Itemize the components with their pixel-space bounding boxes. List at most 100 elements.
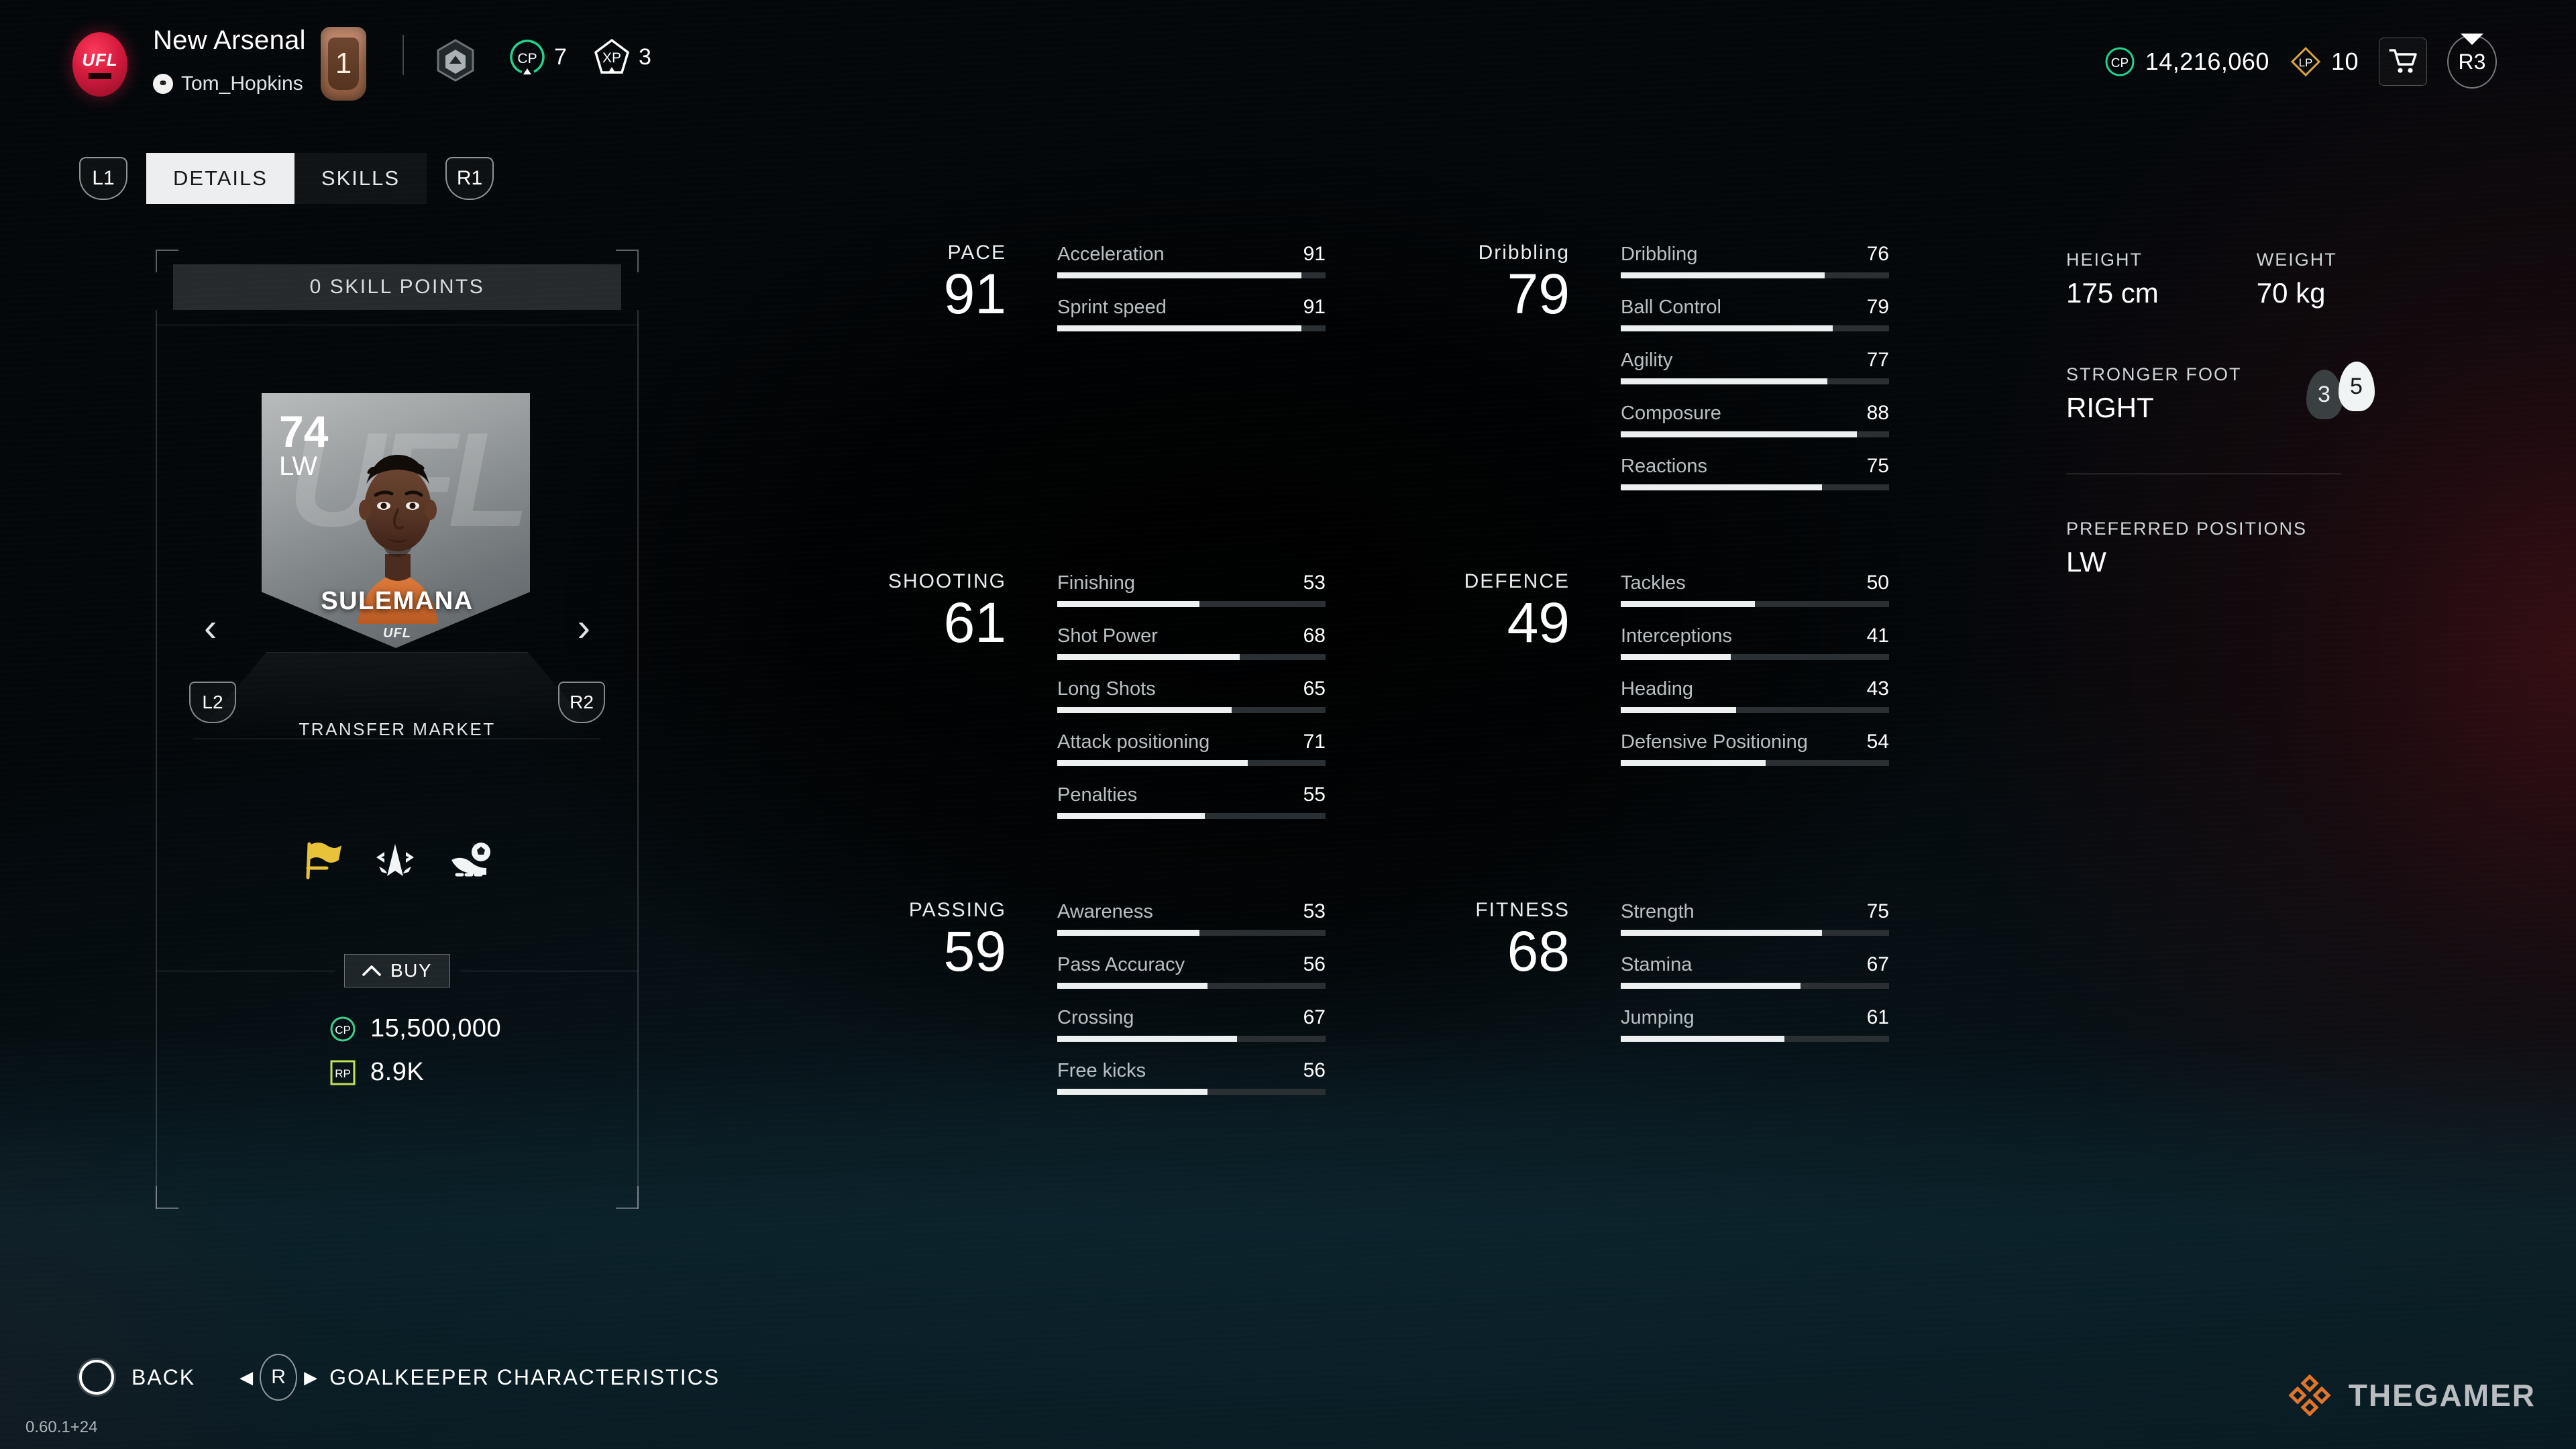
stat-row-value: 77 [1866,349,1889,371]
wallet-lp: LP 10 [2290,46,2359,78]
stat-rows: Finishing 53 Shot Power 68 Long Shots 65 Attac… [1057,572,1326,837]
tab-skills[interactable]: SKILLS [294,153,427,204]
stat-row-bar [1057,930,1326,936]
xp-chip-value: 3 [639,44,651,70]
stat-row: Defensive Positioning 54 [1621,731,1889,766]
stat-row-bar [1621,484,1889,490]
rp-token-icon: RP [330,1060,356,1085]
stat-row: Free kicks 56 [1057,1059,1326,1095]
stat-rows: Acceleration 91 Sprint speed 91 [1057,243,1326,349]
header-divider [402,35,404,75]
stat-row-label: Sprint speed [1057,297,1167,318]
stat-group-name: DEFENCE [1464,570,1570,592]
bottom-action-bar: BACK ◀ R ▶ GOALKEEPER CHARACTERISTICS [79,1354,720,1401]
stat-row-label: Heading [1621,678,1694,700]
stat-row: Agility 77 [1621,349,1889,384]
cp-coin-icon: CP [2105,47,2135,76]
stat-row-label: Dribbling [1621,244,1698,265]
stat-row-value: 88 [1866,402,1889,424]
stat-row-bar [1057,601,1326,607]
stat-row: Long Shots 65 [1057,678,1326,713]
preferred-positions-label: PREFERRED POSITIONS [2066,519,2308,539]
stat-row: Penalties 55 [1057,784,1326,819]
next-player-arrow[interactable]: › [578,605,590,650]
stat-row-bar [1057,983,1326,989]
stat-row-bar [1621,983,1889,989]
card-rating-block: 74 LW [279,409,328,480]
stat-row-value: 53 [1303,900,1326,922]
left-bumper-l1[interactable]: L1 [79,157,127,200]
price-cp-value: 15,500,000 [370,1014,502,1042]
stat-row-bar [1621,325,1889,331]
stat-row: Sprint speed 91 [1057,296,1326,331]
stat-group-head: PACE 91 [792,241,1006,322]
team-name: New Arsenal [153,25,306,55]
stat-group-head: DEFENCE 49 [1355,570,1570,654]
captain-flag-icon[interactable] [300,840,343,880]
stat-row-bar [1057,325,1326,331]
tab-details[interactable]: DETAILS [146,153,294,204]
thegamer-watermark: THEGAMER [2286,1371,2536,1419]
stat-row: Acceleration 91 [1057,243,1326,278]
stat-row-label: Awareness [1057,901,1153,922]
club-badge[interactable]: UFL [72,32,127,97]
r3-button[interactable]: R3 [2447,34,2497,89]
finisher-boot-ball-icon[interactable] [447,840,494,880]
weak-foot-icon: 3 [2306,370,2343,419]
stat-row-value: 91 [1303,243,1326,265]
stat-group-head: PASSING 59 [792,899,1006,979]
stat-group-value: 49 [1507,591,1570,654]
cp-chip: CP 7 [508,38,567,76]
stat-row-label: Finishing [1057,572,1136,594]
wallet-lp-value: 10 [2330,48,2359,75]
right-stick-control[interactable]: ◀ R ▶ [239,1354,317,1401]
stat-group-name: SHOOTING [888,570,1006,592]
stat-row-value: 55 [1303,784,1326,806]
stat-row-value: 53 [1303,572,1326,594]
stat-row-bar [1057,272,1326,278]
stat-row: Ball Control 79 [1621,296,1889,331]
stat-row: Reactions 75 [1621,455,1889,490]
chevron-down-icon [2461,34,2483,45]
right-bumper-r1[interactable]: R1 [445,157,494,200]
stat-row: Tackles 50 [1621,572,1889,607]
prev-player-arrow[interactable]: ‹ [204,605,217,650]
stat-row-label: Long Shots [1057,678,1156,700]
stat-group-name: Dribbling [1478,241,1570,264]
stat-row: Strength 75 [1621,900,1889,936]
stat-row-bar [1621,378,1889,384]
stat-group: DEFENCE 49 Tackles 50 Interceptions 41 Heading… [1355,570,1889,784]
stat-row-label: Tackles [1621,572,1686,594]
info-top-row: HEIGHT 175 cm WEIGHT 70 kg [2066,250,2442,309]
thegamer-watermark-text: THEGAMER [2348,1378,2536,1413]
cp-chip-value: 7 [554,44,567,70]
playstation-icon: ⚭ [153,74,173,94]
back-label[interactable]: BACK [131,1365,195,1390]
foot-rating-icons: 3 5 [2306,362,2375,419]
stat-row-value: 61 [1866,1006,1889,1028]
transfer-market-label: TRANSFER MARKET [299,719,496,739]
stronger-foot-label: STRONGER FOOT [2066,364,2242,384]
shopping-cart-button[interactable] [2379,38,2427,86]
left-arrow-icon: ◀ [239,1366,254,1387]
buy-button[interactable]: BUY [343,954,451,987]
stat-rows: Awareness 53 Pass Accuracy 56 Crossing 67 Free… [1057,900,1326,1112]
stat-row-value: 67 [1303,1006,1326,1028]
user-row: ⚭ Tom_Hopkins [153,72,303,95]
stat-row: Interceptions 41 [1621,625,1889,660]
stat-group-name: FITNESS [1475,899,1570,921]
stat-group-value: 61 [943,591,1006,654]
stat-row-bar [1621,431,1889,437]
player-card[interactable]: UFL 74 L [262,393,533,652]
stat-row-value: 54 [1866,731,1889,753]
stat-row-value: 75 [1866,900,1889,922]
shopping-cart-icon [2389,49,2417,73]
circle-button-icon[interactable] [79,1360,114,1395]
hexagon-boost-icon[interactable] [436,39,475,82]
weight-value: 70 kg [2256,277,2326,309]
stat-row-label: Penalties [1057,784,1138,806]
stat-row-bar [1621,930,1889,936]
stat-row-label: Stamina [1621,954,1693,975]
agility-dribbler-icon[interactable] [374,840,417,880]
goalkeeper-characteristics-label[interactable]: GOALKEEPER CHARACTERISTICS [329,1365,720,1390]
